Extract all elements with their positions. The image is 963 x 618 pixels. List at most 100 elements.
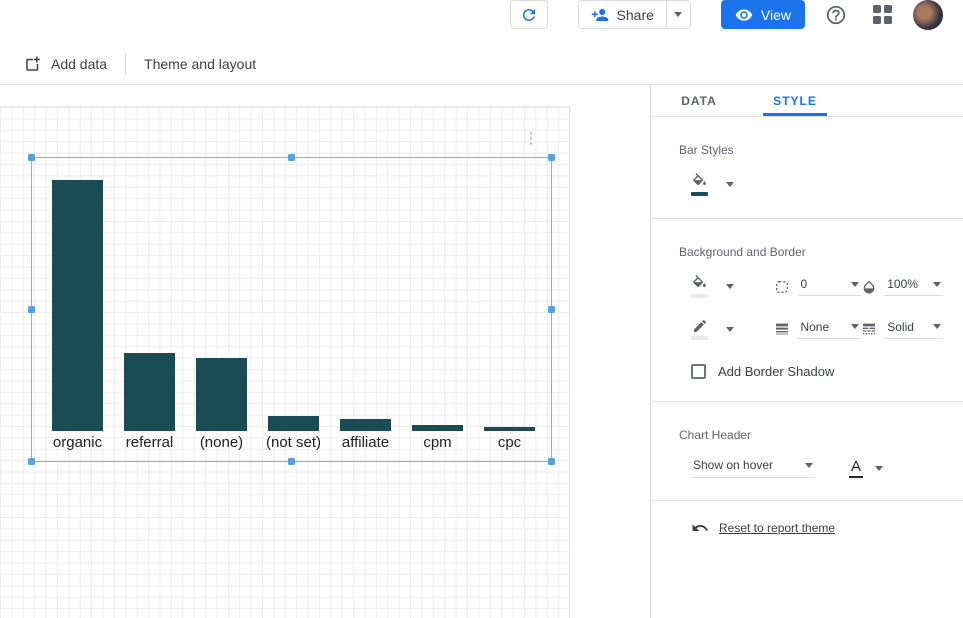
theme-layout-button[interactable]: Theme and layout — [134, 50, 266, 78]
chevron-down-icon — [851, 324, 859, 329]
person-add-icon — [591, 6, 609, 24]
refresh-button[interactable] — [510, 0, 548, 29]
paint-bucket-icon — [691, 275, 708, 292]
bar-group: (not set) — [268, 158, 319, 454]
bar-fill-color-button[interactable] — [691, 173, 708, 196]
border-shadow-checkbox[interactable] — [691, 364, 706, 379]
border-color-button[interactable] — [691, 318, 708, 340]
corner-radius-select[interactable]: 0 — [798, 277, 861, 296]
background-color-dropdown[interactable] — [724, 282, 736, 291]
toolbar-divider — [125, 54, 126, 74]
chevron-down-icon — [805, 463, 813, 468]
bar-referral[interactable] — [124, 353, 175, 431]
border-weight-value: None — [800, 320, 829, 334]
apps-grid-button[interactable] — [867, 0, 897, 29]
avatar[interactable] — [913, 0, 943, 30]
section-title: Chart Header — [679, 428, 943, 442]
topbar-actions: Share View — [510, 0, 943, 30]
tab-style-label: STYLE — [773, 94, 817, 108]
add-data-icon — [24, 55, 42, 73]
bar-group: cpc — [484, 158, 535, 454]
chart-selection[interactable]: organic referral (none) (not set) affiliate c… — [31, 157, 552, 462]
section-background-border: Background and Border — [651, 219, 963, 401]
theme-layout-label: Theme and layout — [144, 56, 256, 72]
eye-icon — [735, 6, 753, 24]
panel-footer: Reset to report theme — [651, 501, 963, 537]
bar-fill-color-dropdown[interactable] — [724, 180, 736, 189]
chevron-down-icon — [875, 466, 883, 471]
resize-handle-top-left[interactable] — [28, 154, 35, 161]
bar-affiliate[interactable] — [340, 419, 391, 431]
report-canvas[interactable]: ⋮ organic referral (none) (not set) affiliat… — [0, 106, 570, 618]
bar-label: (not set) — [266, 431, 321, 454]
section-bar-styles: Bar Styles — [651, 117, 963, 218]
resize-handle-middle-right[interactable] — [548, 306, 555, 313]
line-weight-icon — [774, 321, 790, 337]
help-icon — [825, 4, 847, 26]
pen-icon — [692, 318, 708, 334]
border-color-indicator — [691, 336, 708, 340]
header-font-color-control[interactable]: A — [849, 458, 883, 478]
border-shadow-option[interactable]: Add Border Shadow — [691, 364, 943, 379]
opacity-value: 100% — [887, 277, 918, 291]
chart-options-menu[interactable]: ⋮ — [522, 133, 540, 155]
line-style-icon — [861, 321, 877, 337]
section-title: Bar Styles — [679, 143, 943, 157]
apps-grid-icon — [873, 5, 892, 24]
chevron-down-icon — [933, 282, 941, 287]
paint-bucket-icon — [691, 173, 708, 190]
bar-(not set)[interactable] — [268, 416, 319, 431]
background-color-button[interactable] — [691, 275, 708, 298]
chevron-down-icon — [933, 324, 941, 329]
bar-label: organic — [53, 431, 102, 454]
border-style-value: Solid — [887, 320, 914, 334]
view-button[interactable]: View — [721, 0, 805, 29]
bar-label: affiliate — [342, 431, 389, 454]
border-style-select[interactable]: Solid — [885, 320, 943, 339]
bar-group: affiliate — [340, 158, 391, 454]
tab-style[interactable]: STYLE — [747, 85, 843, 116]
tab-data[interactable]: DATA — [651, 85, 747, 116]
bar-group: referral — [124, 158, 175, 454]
view-label: View — [761, 7, 791, 23]
topbar: Share View — [0, 0, 963, 43]
corner-radius-icon — [774, 279, 790, 295]
share-button[interactable]: Share — [579, 1, 666, 28]
resize-handle-bottom-middle[interactable] — [288, 458, 295, 465]
chart-header-visibility-select[interactable]: Show on hover — [691, 458, 815, 478]
chevron-down-icon — [726, 327, 734, 332]
bar-group: (none) — [196, 158, 247, 454]
bar-(none)[interactable] — [196, 358, 247, 431]
resize-handle-top-right[interactable] — [548, 154, 555, 161]
reset-theme-link[interactable]: Reset to report theme — [719, 521, 835, 535]
bar-organic[interactable] — [52, 180, 103, 431]
border-color-dropdown[interactable] — [724, 325, 736, 334]
add-data-button[interactable]: Add data — [14, 49, 117, 79]
resize-handle-bottom-left[interactable] — [28, 458, 35, 465]
resize-handle-middle-left[interactable] — [28, 306, 35, 313]
opacity-icon — [861, 279, 877, 295]
bar-label: cpm — [423, 431, 451, 454]
panel-tabs: DATA STYLE — [651, 85, 963, 117]
resize-handle-bottom-right[interactable] — [548, 458, 555, 465]
background-color-indicator — [691, 294, 708, 298]
section-chart-header: Chart Header Show on hover A — [651, 402, 963, 500]
chevron-down-icon — [674, 12, 682, 17]
bar-fill-color-indicator — [691, 192, 708, 196]
share-dropdown-button[interactable] — [666, 1, 690, 28]
chevron-down-icon — [851, 282, 859, 287]
tab-data-label: DATA — [681, 94, 717, 108]
bar-group: organic — [52, 158, 103, 454]
add-data-label: Add data — [51, 56, 107, 72]
bar-label: cpc — [498, 431, 521, 454]
help-button[interactable] — [821, 0, 851, 29]
font-color-icon: A — [849, 458, 863, 478]
share-button-group: Share — [578, 0, 691, 29]
chevron-down-icon — [726, 182, 734, 187]
border-weight-select[interactable]: None — [798, 320, 861, 339]
bar-chart[interactable]: organic referral (none) (not set) affiliate c… — [52, 158, 535, 454]
corner-radius-value: 0 — [800, 277, 807, 291]
properties-panel: DATA STYLE Bar Styles — [650, 85, 963, 618]
chevron-down-icon — [726, 284, 734, 289]
opacity-select[interactable]: 100% — [885, 277, 943, 296]
